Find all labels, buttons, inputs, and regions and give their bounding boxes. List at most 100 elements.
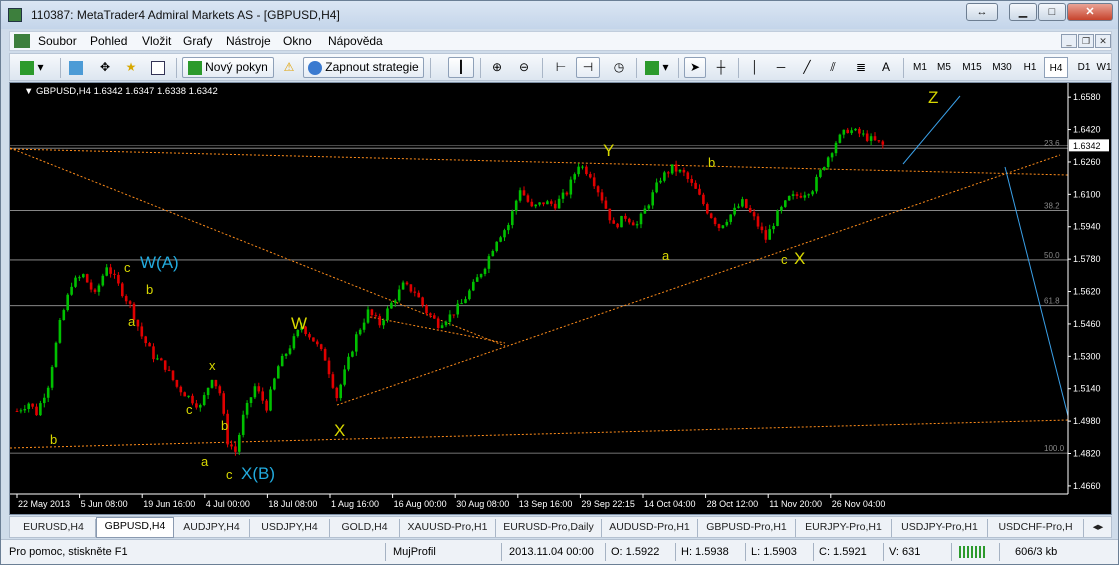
candle-body: [737, 206, 740, 208]
menu-charts[interactable]: Grafy: [183, 34, 212, 48]
candle-body: [436, 318, 440, 328]
candle-body: [238, 434, 241, 452]
candle-body: [105, 267, 108, 276]
chart-shift-button[interactable]: ⊢: [550, 57, 572, 78]
candle-body: [171, 370, 175, 380]
candle-body: [394, 300, 397, 303]
fibonacci-icon: ≣: [855, 60, 867, 74]
price-chart[interactable]: 23.638.250.061.8100.0 bc W(A)baxcbac X(B)W…: [9, 83, 1111, 514]
tab-eurusd-pro-daily[interactable]: EURUSD-Pro,Daily: [496, 519, 602, 537]
status-traffic: 606/3 kb: [1015, 546, 1058, 558]
tf-m1[interactable]: M1: [908, 57, 932, 78]
candle-body: [456, 303, 459, 315]
chart-area[interactable]: 23.6 38.2 50.0 61.8 100.0 b c W(A) b a x c b a c X(B) W…: [9, 82, 1112, 515]
window-resize-button[interactable]: ↔: [966, 3, 998, 21]
title-bar[interactable]: 110387: MetaTrader4 Admiral Markets AS -…: [1, 1, 1118, 29]
candle-body: [288, 348, 292, 354]
menu-view[interactable]: Pohled: [90, 34, 127, 48]
tab-gold-h4[interactable]: GOLD,H4: [330, 519, 400, 537]
tab-eurjpy-pro-h1[interactable]: EURJPY-Pro,H1: [796, 519, 892, 537]
horizontal-line-button[interactable]: ─: [770, 57, 792, 78]
menu-window[interactable]: Okno: [283, 34, 312, 48]
candle-body: [19, 410, 23, 412]
tf-m15[interactable]: M15: [958, 57, 986, 78]
candle-body: [760, 226, 764, 231]
autotrading-button[interactable]: Zapnout strategie: [303, 57, 424, 78]
menu-tools[interactable]: Nástroje: [226, 34, 271, 48]
crosshair-tool-button[interactable]: ┼: [710, 57, 732, 78]
time-tick-label: 13 Sep 16:00: [519, 499, 573, 509]
periods-button[interactable]: ◷: [608, 57, 630, 78]
menu-file[interactable]: Soubor: [38, 34, 77, 48]
terminal-icon: [150, 60, 165, 75]
maximize-button[interactable]: □: [1038, 3, 1066, 21]
candle-body: [284, 353, 288, 356]
tf-h4[interactable]: H4: [1044, 57, 1068, 78]
candle-body: [834, 142, 838, 154]
tab-xauusd-pro-h1[interactable]: XAUUSD-Pro,H1: [400, 519, 496, 537]
candle-body: [873, 136, 877, 141]
status-profile[interactable]: MujProfil: [393, 546, 436, 558]
tab-usdchf-pro-h1[interactable]: USDCHF-Pro,H: [988, 519, 1084, 537]
candle-body: [179, 386, 183, 393]
minimize-button[interactable]: ▁: [1009, 3, 1037, 21]
tab-audjpy-h4[interactable]: AUDJPY,H4: [174, 519, 250, 537]
child-close-button[interactable]: ✕: [1095, 34, 1111, 48]
candle-body: [702, 194, 705, 205]
candle-body: [557, 198, 561, 209]
favorites-button[interactable]: ★: [120, 57, 142, 78]
text-tool-button[interactable]: A: [876, 57, 896, 78]
tab-gbpusd-h4[interactable]: GBPUSD,H4: [96, 517, 174, 538]
menu-help[interactable]: Nápověda: [328, 34, 383, 48]
tab-eurusd-h4[interactable]: EURUSD,H4: [12, 519, 96, 537]
tf-m30[interactable]: M30: [988, 57, 1016, 78]
equidistant-channel-button[interactable]: ⫽: [822, 57, 844, 78]
menu-insert[interactable]: Vložit: [142, 34, 171, 48]
candle-body: [581, 166, 584, 168]
current-price-label: 1.6342: [1073, 141, 1101, 151]
status-open: O: 1.5922: [611, 546, 660, 558]
new-chart-button[interactable]: ▾: [14, 57, 50, 78]
market-watch-button[interactable]: [66, 57, 88, 78]
navigator-button[interactable]: ✥: [94, 57, 116, 78]
tab-usdjpy-pro-h1[interactable]: USDJPY-Pro,H1: [892, 519, 988, 537]
bar-chart-button[interactable]: ┃: [448, 57, 474, 78]
candle-body: [308, 334, 311, 338]
clock-icon: ◷: [613, 60, 625, 74]
chart-tabs: EURUSD,H4 GBPUSD,H4 AUDJPY,H4 USDJPY,H4 …: [9, 516, 1112, 538]
alert-button[interactable]: ⚠: [278, 57, 300, 78]
tab-scroll-buttons[interactable]: ◂▸: [1086, 519, 1110, 537]
autoscroll-button[interactable]: ⊣: [576, 57, 600, 78]
candle-body: [854, 128, 857, 131]
tf-w1[interactable]: W1: [1096, 57, 1112, 78]
child-minimize-button[interactable]: _: [1061, 34, 1077, 48]
candle-body: [881, 141, 885, 145]
zoom-out-button[interactable]: ⊖: [513, 57, 535, 78]
trendline-button[interactable]: ╱: [796, 57, 818, 78]
candle-body: [561, 192, 565, 199]
vertical-line-button[interactable]: │: [744, 57, 766, 78]
candle-body: [440, 325, 444, 328]
tab-usdjpy-h4[interactable]: USDJPY,H4: [250, 519, 330, 537]
fibo-level-label: 38.2: [1044, 202, 1060, 211]
tab-audusd-pro-h1[interactable]: AUDUSD-Pro,H1: [602, 519, 698, 537]
zoom-in-button[interactable]: ⊕: [486, 57, 508, 78]
horizontal-line-icon: ─: [776, 60, 786, 74]
candle-body: [327, 360, 331, 375]
tf-m5[interactable]: M5: [932, 57, 956, 78]
candle-body: [585, 166, 588, 175]
status-help: Pro pomoc, stiskněte F1: [9, 546, 128, 558]
tab-gbpusd-pro-h1[interactable]: GBPUSD-Pro,H1: [698, 519, 796, 537]
fibo-button[interactable]: ≣: [850, 57, 872, 78]
cursor-tool-button[interactable]: ➤: [684, 57, 706, 78]
tf-d1[interactable]: D1: [1072, 57, 1096, 78]
indicators-button[interactable]: ▾: [642, 57, 672, 78]
close-button[interactable]: ✕: [1067, 3, 1113, 21]
child-restore-button[interactable]: ❐: [1078, 34, 1094, 48]
candle-body: [842, 129, 846, 135]
new-order-button[interactable]: Nový pokyn: [182, 57, 274, 78]
tf-h1[interactable]: H1: [1018, 57, 1042, 78]
candle-body: [351, 351, 354, 357]
terminal-button[interactable]: [148, 57, 170, 78]
candle-body: [682, 169, 686, 173]
